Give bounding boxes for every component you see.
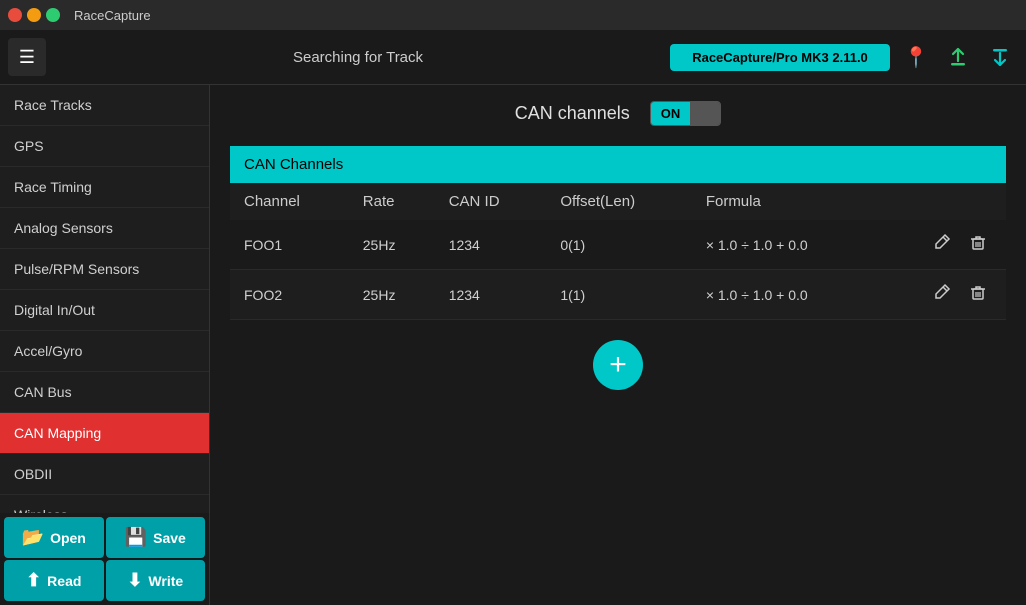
read-icon: ⬆	[26, 570, 41, 591]
sidebar-item-accel-gyro[interactable]: Accel/Gyro	[0, 331, 209, 372]
cell-actions	[876, 270, 1006, 320]
toggle-on-label[interactable]: ON	[651, 102, 691, 125]
hamburger-icon: ☰	[19, 47, 35, 68]
sidebar-item-obdii[interactable]: OBDII	[0, 454, 209, 495]
table-body: FOO1 25Hz 1234 0(1) × 1.0 ÷ 1.0 + 0.0	[230, 220, 1006, 320]
cell-canid: 1234	[435, 220, 547, 270]
edit-icon	[932, 282, 952, 302]
edit-button[interactable]	[928, 230, 956, 259]
search-status: Searching for Track	[54, 49, 662, 66]
can-toggle[interactable]: ON	[650, 101, 722, 126]
read-label: Read	[47, 573, 81, 589]
hamburger-button[interactable]: ☰	[8, 38, 46, 76]
can-channels-header: CAN channels ON	[230, 101, 1006, 126]
can-channels-table: CAN Channels Channel Rate CAN ID Offset(…	[230, 146, 1006, 320]
write-icon: ⬇	[127, 570, 142, 591]
trash-icon	[968, 232, 988, 252]
upload-icon-button[interactable]	[940, 39, 976, 75]
col-rate: Rate	[349, 183, 435, 220]
cell-rate: 25Hz	[349, 220, 435, 270]
cell-actions	[876, 220, 1006, 270]
open-icon: 📂	[22, 527, 44, 548]
save-label: Save	[153, 530, 186, 546]
device-button[interactable]: RaceCapture/Pro MK3 2.11.0	[670, 44, 890, 71]
col-channel: Channel	[230, 183, 349, 220]
title-bar: RaceCapture	[0, 0, 1026, 30]
cell-channel: FOO1	[230, 220, 349, 270]
trash-icon	[968, 282, 988, 302]
col-canid: CAN ID	[435, 183, 547, 220]
sidebar-item-can-mapping[interactable]: CAN Mapping	[0, 413, 209, 454]
window-controls[interactable]	[8, 8, 60, 22]
cell-offset: 1(1)	[546, 270, 692, 320]
sidebar-item-gps[interactable]: GPS	[0, 126, 209, 167]
cell-formula: × 1.0 ÷ 1.0 + 0.0	[692, 270, 876, 320]
col-actions	[876, 183, 1006, 220]
sidebar-item-pulse-rpm[interactable]: Pulse/RPM Sensors	[0, 249, 209, 290]
cell-channel: FOO2	[230, 270, 349, 320]
open-label: Open	[50, 530, 86, 546]
top-bar: ☰ Searching for Track RaceCapture/Pro MK…	[0, 30, 1026, 85]
delete-button[interactable]	[964, 280, 992, 309]
sidebar-nav: Race TracksGPSRace TimingAnalog SensorsP…	[0, 85, 209, 513]
col-offset: Offset(Len)	[546, 183, 692, 220]
cell-canid: 1234	[435, 270, 547, 320]
maximize-button[interactable]	[46, 8, 60, 22]
save-button[interactable]: 💾 Save	[106, 517, 206, 558]
download-icon-button[interactable]	[982, 39, 1018, 75]
save-icon: 💾	[125, 527, 147, 548]
main-panel: CAN channels ON CAN Channels Channel	[210, 85, 1026, 605]
sidebar-item-wireless[interactable]: Wireless	[0, 495, 209, 513]
table-row: FOO2 25Hz 1234 1(1) × 1.0 ÷ 1.0 + 0.0	[230, 270, 1006, 320]
app-layout: ☰ Searching for Track RaceCapture/Pro MK…	[0, 30, 1026, 605]
sidebar-item-race-timing[interactable]: Race Timing	[0, 167, 209, 208]
table-title: CAN Channels	[230, 146, 1006, 183]
toggle-switch[interactable]: ON	[650, 101, 722, 126]
plus-icon: +	[609, 350, 627, 380]
upload-icon	[947, 46, 969, 68]
sidebar-item-analog-sensors[interactable]: Analog Sensors	[0, 208, 209, 249]
cell-rate: 25Hz	[349, 270, 435, 320]
add-channel-button[interactable]: +	[593, 340, 643, 390]
top-icons: 📍	[898, 39, 1018, 75]
app-title: RaceCapture	[74, 8, 151, 23]
sidebar: Race TracksGPSRace TimingAnalog SensorsP…	[0, 85, 210, 605]
edit-button[interactable]	[928, 280, 956, 309]
open-button[interactable]: 📂 Open	[4, 517, 104, 558]
edit-icon	[932, 232, 952, 252]
minimize-button[interactable]	[27, 8, 41, 22]
cell-formula: × 1.0 ÷ 1.0 + 0.0	[692, 220, 876, 270]
cell-offset: 0(1)	[546, 220, 692, 270]
col-formula: Formula	[692, 183, 876, 220]
sidebar-item-race-tracks[interactable]: Race Tracks	[0, 85, 209, 126]
table-header: CAN Channels Channel Rate CAN ID Offset(…	[230, 146, 1006, 220]
location-icon-button[interactable]: 📍	[898, 39, 934, 75]
content-area: Race TracksGPSRace TimingAnalog SensorsP…	[0, 85, 1026, 605]
table-row: FOO1 25Hz 1234 0(1) × 1.0 ÷ 1.0 + 0.0	[230, 220, 1006, 270]
download-icon	[989, 46, 1011, 68]
write-label: Write	[148, 573, 183, 589]
add-button-container: +	[230, 340, 1006, 390]
read-button[interactable]: ⬆ Read	[4, 560, 104, 601]
write-button[interactable]: ⬇ Write	[106, 560, 206, 601]
toggle-off-area[interactable]	[690, 102, 720, 125]
sidebar-actions: 📂 Open 💾 Save ⬆ Read ⬇ Write	[0, 513, 209, 605]
location-icon: 📍	[904, 45, 929, 70]
close-button[interactable]	[8, 8, 22, 22]
delete-button[interactable]	[964, 230, 992, 259]
sidebar-item-can-bus[interactable]: CAN Bus	[0, 372, 209, 413]
sidebar-item-digital-inout[interactable]: Digital In/Out	[0, 290, 209, 331]
can-channels-title: CAN channels	[515, 103, 630, 124]
